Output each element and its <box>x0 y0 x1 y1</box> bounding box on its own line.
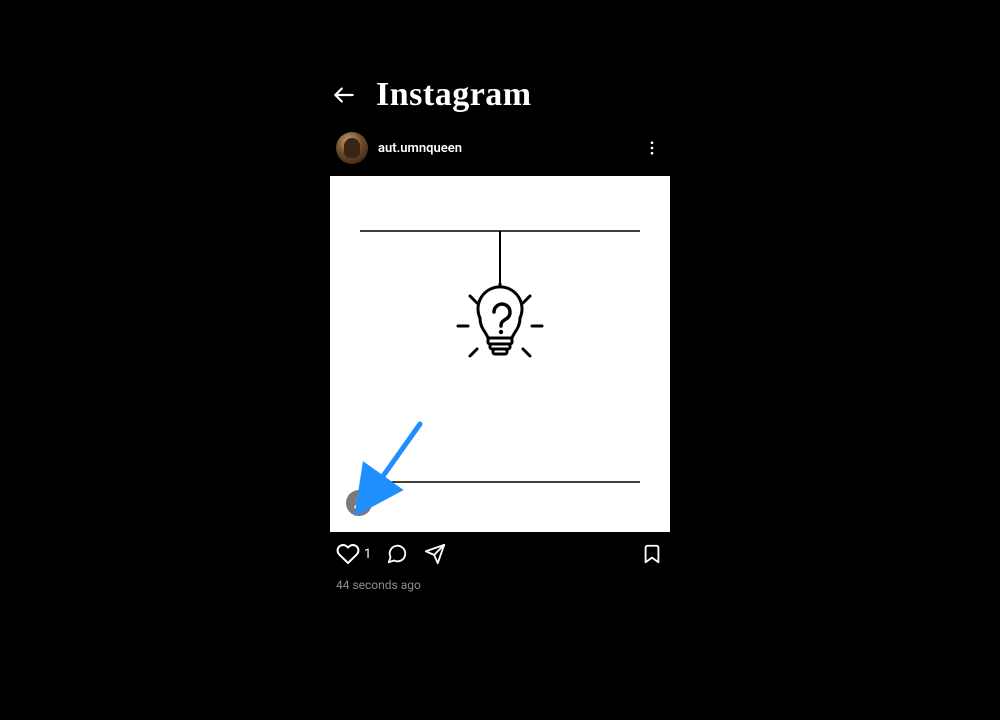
kebab-menu-icon <box>643 139 661 157</box>
page-root: Instagram aut.umnqueen <box>0 0 1000 720</box>
speech-bubble-icon <box>386 543 408 565</box>
bookmark-icon <box>641 543 663 565</box>
post-media[interactable] <box>330 176 670 532</box>
post-more-button[interactable] <box>640 136 664 160</box>
arrow-left-icon <box>331 82 357 108</box>
save-button[interactable] <box>640 542 664 566</box>
share-button[interactable] <box>423 542 447 566</box>
like-button[interactable] <box>336 542 360 566</box>
author-avatar[interactable] <box>336 132 368 164</box>
post-header-left: aut.umnqueen <box>336 132 462 164</box>
paper-plane-icon <box>424 543 446 565</box>
heart-icon <box>336 542 360 566</box>
comment-button[interactable] <box>385 542 409 566</box>
post-container: Instagram aut.umnqueen <box>330 70 670 592</box>
post-actions: 1 <box>330 532 670 570</box>
author-username[interactable]: aut.umnqueen <box>378 141 462 156</box>
back-button[interactable] <box>330 81 358 109</box>
post-timestamp: 44 seconds ago <box>330 570 670 592</box>
person-icon <box>352 496 366 510</box>
like-group: 1 <box>336 542 371 566</box>
post-image <box>330 176 670 532</box>
like-count: 1 <box>364 547 371 562</box>
top-bar: Instagram <box>330 70 670 120</box>
post-header: aut.umnqueen <box>330 120 670 176</box>
tagged-people-button[interactable] <box>346 490 372 516</box>
app-logo: Instagram <box>376 76 532 114</box>
post-actions-left: 1 <box>336 542 447 566</box>
